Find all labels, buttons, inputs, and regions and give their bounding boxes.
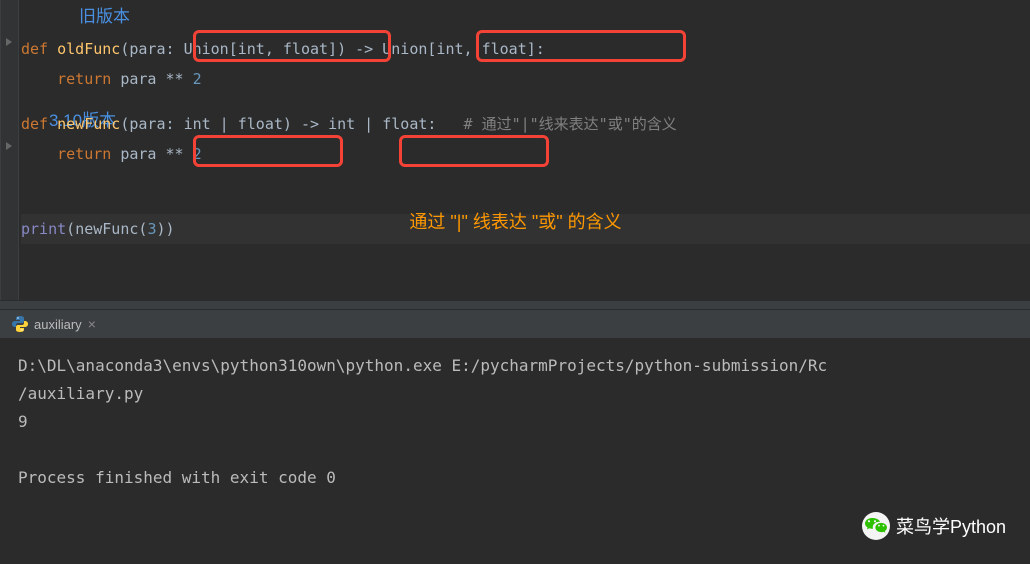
gutter: [1, 0, 19, 300]
terminal-tab-bar: auxiliary ×: [0, 310, 1030, 338]
terminal-command-cont: /auxiliary.py: [18, 380, 1012, 408]
fold-icon: [3, 140, 15, 152]
fold-icon: [3, 36, 15, 48]
parameter: para: [129, 115, 165, 133]
function-name: oldFunc: [57, 40, 120, 58]
operator: **: [166, 145, 184, 163]
code-line[interactable]: def oldFunc(para: Union[int, float]) -> …: [21, 34, 1030, 64]
code-line[interactable]: return para ** 2: [21, 139, 1030, 169]
parameter: para: [129, 40, 165, 58]
code-line[interactable]: return para ** 2: [21, 64, 1030, 94]
keyword-def: def: [21, 40, 48, 58]
watermark: 菜鸟学Python: [862, 512, 1006, 540]
keyword-def: def: [21, 115, 48, 133]
code-line[interactable]: [21, 4, 1030, 34]
terminal-blank: [18, 436, 1012, 464]
tab-label: auxiliary: [34, 317, 82, 332]
code-editor[interactable]: 旧版本 def oldFunc(para: Union[int, float])…: [0, 0, 1030, 300]
wechat-icon: [862, 512, 890, 540]
keyword-return: return: [57, 145, 111, 163]
code-line[interactable]: def newFunc(para: int | float) -> int | …: [21, 109, 1030, 139]
terminal-output[interactable]: D:\DL\anaconda3\envs\python310own\python…: [0, 338, 1030, 506]
tab-auxiliary[interactable]: auxiliary ×: [4, 314, 104, 334]
watermark-text: 菜鸟学Python: [896, 513, 1006, 539]
function-name: newFunc: [57, 115, 120, 133]
python-icon: [12, 316, 28, 332]
operator: **: [166, 70, 184, 88]
number-literal: 2: [193, 70, 202, 88]
number-literal: 2: [193, 145, 202, 163]
terminal-status: Process finished with exit code 0: [18, 464, 1012, 492]
type-annotation: int | float: [328, 115, 427, 133]
keyword-return: return: [57, 70, 111, 88]
builtin-function: print: [21, 220, 66, 238]
terminal-result: 9: [18, 408, 1012, 436]
close-icon[interactable]: ×: [88, 316, 96, 332]
panel-divider[interactable]: [0, 300, 1030, 310]
variable: para: [120, 70, 156, 88]
comment: # 通过"|"线来表达"或"的含义: [464, 115, 677, 133]
code-line[interactable]: [21, 94, 1030, 109]
terminal-command: D:\DL\anaconda3\envs\python310own\python…: [18, 352, 1012, 380]
type-annotation: int | float: [184, 115, 283, 133]
annotation-center: 通过 "|" 线表达 "或" 的含义: [409, 208, 621, 234]
function-call: newFunc: [75, 220, 138, 238]
type-annotation: Union[int, float]: [184, 40, 338, 58]
variable: para: [120, 145, 156, 163]
type-annotation: Union[int, float]: [382, 40, 536, 58]
